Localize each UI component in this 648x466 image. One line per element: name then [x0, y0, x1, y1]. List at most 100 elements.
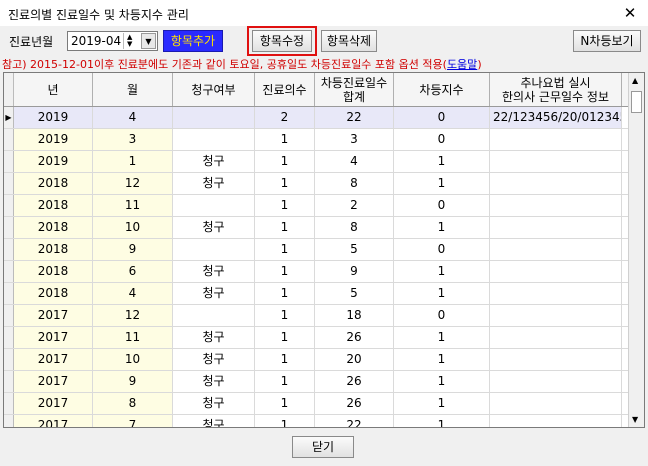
- cell-year[interactable]: 2017: [14, 305, 93, 326]
- cell-chuna-info[interactable]: [490, 305, 622, 326]
- cell-chuna-info[interactable]: [490, 349, 622, 370]
- cell-year[interactable]: 2018: [14, 217, 93, 238]
- header-diff-index[interactable]: 차등지수: [394, 73, 490, 106]
- row-indicator[interactable]: [4, 129, 14, 150]
- table-row[interactable]: 2019 3 1 3 0: [4, 129, 628, 151]
- cell-year[interactable]: 2018: [14, 195, 93, 216]
- cell-year[interactable]: 2018: [14, 173, 93, 194]
- cell-diff-days[interactable]: 8: [315, 217, 394, 238]
- scroll-down-icon[interactable]: ▼: [632, 415, 638, 424]
- row-indicator[interactable]: [4, 371, 14, 392]
- edit-item-button[interactable]: 항목수정: [252, 30, 312, 52]
- cell-diff-days[interactable]: 22: [315, 415, 394, 427]
- cell-chuna-info[interactable]: [490, 415, 622, 427]
- cell-chuna-info[interactable]: [490, 239, 622, 260]
- row-indicator[interactable]: [4, 327, 14, 348]
- cell-diff-days[interactable]: 5: [315, 239, 394, 260]
- cell-month[interactable]: 10: [93, 217, 173, 238]
- cell-diff-index[interactable]: 1: [394, 415, 490, 427]
- cell-diff-index[interactable]: 0: [394, 195, 490, 216]
- cell-month[interactable]: 8: [93, 393, 173, 414]
- close-button[interactable]: 닫기: [292, 436, 354, 458]
- cell-billing[interactable]: [173, 195, 255, 216]
- n-differential-button[interactable]: N차등보기: [573, 30, 641, 52]
- cell-diff-days[interactable]: 2: [315, 195, 394, 216]
- row-indicator[interactable]: [4, 151, 14, 172]
- cell-doctor-count[interactable]: 1: [255, 239, 315, 260]
- cell-year[interactable]: 2017: [14, 415, 93, 427]
- cell-month[interactable]: 11: [93, 195, 173, 216]
- table-row[interactable]: 2018 6 청구 1 9 1: [4, 261, 628, 283]
- cell-doctor-count[interactable]: 1: [255, 371, 315, 392]
- row-indicator[interactable]: [4, 217, 14, 238]
- cell-billing[interactable]: 청구: [173, 261, 255, 282]
- cell-billing[interactable]: [173, 239, 255, 260]
- row-indicator[interactable]: [4, 239, 14, 260]
- row-indicator[interactable]: [4, 415, 14, 427]
- cell-diff-index[interactable]: 1: [394, 283, 490, 304]
- delete-item-button[interactable]: 항목삭제: [321, 30, 377, 52]
- table-row[interactable]: ▶20194222022/123456/20/012345/2: [4, 107, 628, 129]
- cell-diff-days[interactable]: 18: [315, 305, 394, 326]
- cell-year[interactable]: 2018: [14, 261, 93, 282]
- cell-year[interactable]: 2018: [14, 283, 93, 304]
- cell-chuna-info[interactable]: [490, 173, 622, 194]
- cell-month[interactable]: 4: [93, 107, 173, 128]
- header-chuna-info[interactable]: 추나요법 실시 한의사 근무일수 정보: [490, 73, 622, 106]
- cell-year[interactable]: 2019: [14, 129, 93, 150]
- cell-doctor-count[interactable]: 1: [255, 217, 315, 238]
- cell-doctor-count[interactable]: 1: [255, 195, 315, 216]
- cell-billing[interactable]: 청구: [173, 415, 255, 427]
- table-row[interactable]: 2018 10 청구 1 8 1: [4, 217, 628, 239]
- cell-month[interactable]: 11: [93, 327, 173, 348]
- cell-chuna-info[interactable]: [490, 261, 622, 282]
- header-diff-days[interactable]: 차등진료일수 합계: [315, 73, 394, 106]
- cell-billing[interactable]: [173, 305, 255, 326]
- table-row[interactable]: 2017 12 1 18 0: [4, 305, 628, 327]
- cell-doctor-count[interactable]: 2: [255, 107, 315, 128]
- cell-diff-index[interactable]: 1: [394, 217, 490, 238]
- cell-year[interactable]: 2017: [14, 393, 93, 414]
- cell-year[interactable]: 2017: [14, 327, 93, 348]
- table-row[interactable]: 2017 11 청구 1 26 1: [4, 327, 628, 349]
- cell-diff-days[interactable]: 20: [315, 349, 394, 370]
- cell-diff-index[interactable]: 1: [394, 261, 490, 282]
- row-selector-icon[interactable]: ▶: [4, 107, 14, 128]
- help-link[interactable]: 도움말: [447, 58, 477, 71]
- cell-chuna-info[interactable]: [490, 217, 622, 238]
- cell-billing[interactable]: 청구: [173, 371, 255, 392]
- cell-diff-days[interactable]: 22: [315, 107, 394, 128]
- cell-chuna-info[interactable]: [490, 371, 622, 392]
- cell-billing[interactable]: 청구: [173, 327, 255, 348]
- cell-doctor-count[interactable]: 1: [255, 151, 315, 172]
- cell-doctor-count[interactable]: 1: [255, 283, 315, 304]
- cell-billing[interactable]: 청구: [173, 349, 255, 370]
- table-row[interactable]: 2017 7 청구 1 22 1: [4, 415, 628, 427]
- table-row[interactable]: 2018 12 청구 1 8 1: [4, 173, 628, 195]
- cell-month[interactable]: 12: [93, 305, 173, 326]
- cell-month[interactable]: 6: [93, 261, 173, 282]
- cell-doctor-count[interactable]: 1: [255, 327, 315, 348]
- header-year[interactable]: 년: [14, 73, 93, 106]
- row-indicator[interactable]: [4, 261, 14, 282]
- cell-doctor-count[interactable]: 1: [255, 415, 315, 427]
- cell-month[interactable]: 1: [93, 151, 173, 172]
- cell-billing[interactable]: 청구: [173, 283, 255, 304]
- cell-chuna-info[interactable]: [490, 283, 622, 304]
- table-row[interactable]: 2017 9 청구 1 26 1: [4, 371, 628, 393]
- date-picker[interactable]: 2019-04 ▲ ▼ ▼: [67, 31, 158, 51]
- cell-month[interactable]: 7: [93, 415, 173, 427]
- vertical-scrollbar[interactable]: ▲ ▼: [628, 73, 644, 427]
- table-row[interactable]: 2017 10 청구 1 20 1: [4, 349, 628, 371]
- row-indicator[interactable]: [4, 195, 14, 216]
- row-indicator[interactable]: [4, 305, 14, 326]
- cell-chuna-info[interactable]: [490, 393, 622, 414]
- cell-diff-days[interactable]: 26: [315, 327, 394, 348]
- data-grid[interactable]: 년 월 청구여부 진료의수 차등진료일수 합계 차등지수 추나요법 실시 한의사 근무일수 정보…: [3, 72, 645, 428]
- cell-billing[interactable]: 청구: [173, 173, 255, 194]
- cell-doctor-count[interactable]: 1: [255, 305, 315, 326]
- cell-month[interactable]: 10: [93, 349, 173, 370]
- cell-chuna-info[interactable]: [490, 327, 622, 348]
- cell-diff-index[interactable]: 1: [394, 393, 490, 414]
- cell-billing[interactable]: 청구: [173, 393, 255, 414]
